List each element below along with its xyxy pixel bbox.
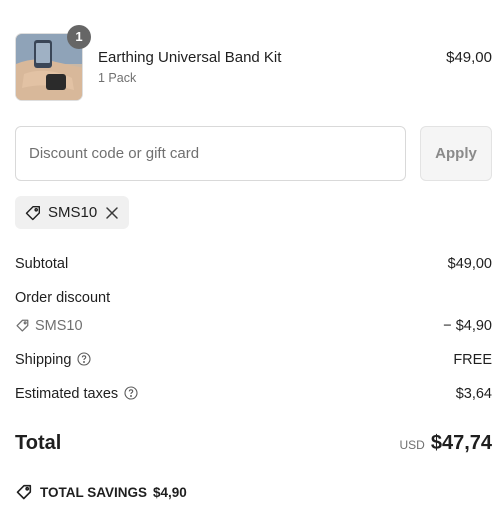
product-variant: 1 Pack (98, 71, 137, 85)
apply-button[interactable]: Apply (420, 126, 492, 181)
total-value-group: USD $47,74 (399, 432, 492, 455)
order-discount-label: Order discount (15, 290, 111, 306)
total-savings: TOTAL SAVINGS $4,90 (15, 483, 187, 501)
taxes-label: Estimated taxes (15, 386, 119, 402)
tag-icon (15, 483, 33, 501)
discount-code-row: SMS10 (15, 318, 83, 334)
applied-code-label: SMS10 (48, 204, 98, 221)
line-item: 1 Earthing Universal Band Kit 1 Pack $49… (15, 25, 492, 101)
quantity-badge: 1 (67, 25, 91, 49)
product-name: Earthing Universal Band Kit (98, 49, 282, 66)
close-icon[interactable] (103, 204, 121, 222)
product-thumbnail-wrapper: 1 (15, 25, 91, 101)
savings-amount: $4,90 (153, 485, 187, 500)
discount-code-input[interactable] (15, 126, 406, 181)
taxes-value: $3,64 (455, 386, 492, 402)
question-circle-icon[interactable] (124, 386, 138, 400)
subtotal-label: Subtotal (15, 256, 69, 272)
shipping-row: Shipping (15, 352, 91, 368)
shipping-label: Shipping (15, 352, 72, 368)
taxes-row: Estimated taxes (15, 386, 138, 402)
tag-icon (24, 204, 42, 222)
total-amount: $47,74 (430, 432, 492, 454)
total-currency: USD (399, 438, 425, 452)
total-label: Total (15, 432, 62, 454)
product-price: $49,00 (446, 49, 492, 66)
subtotal-value: $49,00 (447, 256, 492, 272)
savings-label: TOTAL SAVINGS (40, 485, 148, 500)
discount-value: − $4,90 (443, 318, 492, 334)
applied-discount-chip: SMS10 (15, 196, 129, 229)
question-circle-icon[interactable] (77, 352, 91, 366)
shipping-value: FREE (453, 352, 492, 368)
tag-icon (15, 318, 30, 333)
discount-code-text: SMS10 (35, 318, 83, 334)
